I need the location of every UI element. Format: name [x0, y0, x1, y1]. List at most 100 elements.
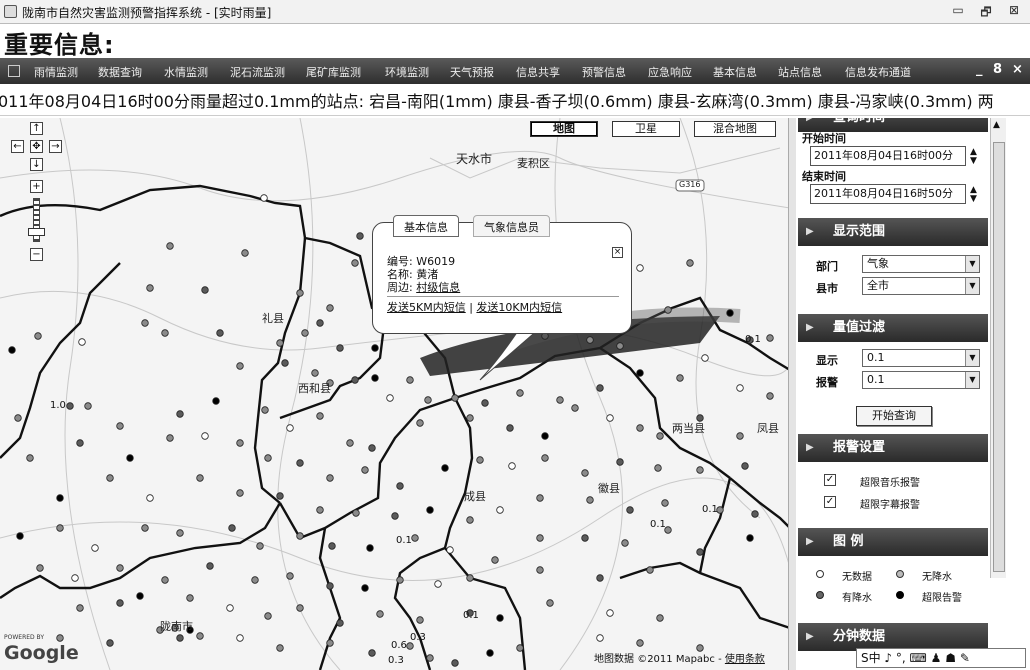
station-marker[interactable]: [766, 392, 774, 400]
station-marker[interactable]: [216, 329, 224, 337]
station-marker[interactable]: [91, 544, 99, 552]
station-marker[interactable]: [236, 362, 244, 370]
station-marker[interactable]: [376, 610, 384, 618]
menu-icon[interactable]: [8, 65, 20, 77]
station-marker[interactable]: [596, 634, 604, 642]
station-marker[interactable]: [546, 599, 554, 607]
station-marker[interactable]: [676, 374, 684, 382]
map-type-hybrid[interactable]: 混合地图: [694, 121, 776, 137]
station-marker[interactable]: [556, 396, 564, 404]
panel-splitter[interactable]: [788, 118, 796, 670]
station-marker[interactable]: [346, 439, 354, 447]
station-marker[interactable]: [491, 556, 499, 564]
alarm-threshold-select[interactable]: 0.1 ▼: [862, 371, 980, 389]
station-marker[interactable]: [296, 604, 304, 612]
menu-minimize-button[interactable]: _: [976, 62, 983, 77]
minimize-button[interactable]: ▭: [948, 3, 968, 17]
station-marker[interactable]: [316, 506, 324, 514]
station-marker[interactable]: [336, 344, 344, 352]
station-marker[interactable]: [571, 404, 579, 412]
station-marker[interactable]: [396, 576, 404, 584]
station-marker[interactable]: [496, 614, 504, 622]
menu-item[interactable]: 信息共享: [516, 64, 560, 80]
station-marker[interactable]: [466, 574, 474, 582]
pan-down-button[interactable]: ↓: [30, 158, 43, 171]
station-marker[interactable]: [126, 454, 134, 462]
station-marker[interactable]: [264, 612, 272, 620]
station-marker[interactable]: [481, 399, 489, 407]
station-marker[interactable]: [466, 516, 474, 524]
station-marker[interactable]: [736, 432, 744, 440]
station-marker[interactable]: [212, 397, 220, 405]
station-marker[interactable]: [176, 529, 184, 537]
menu-item[interactable]: 雨情监测: [34, 64, 78, 80]
station-marker[interactable]: [416, 419, 424, 427]
station-marker[interactable]: [326, 304, 334, 312]
station-marker[interactable]: [206, 562, 214, 570]
station-marker[interactable]: [236, 489, 244, 497]
station-marker[interactable]: [351, 376, 359, 384]
station-marker[interactable]: [426, 654, 434, 662]
station-marker[interactable]: [56, 494, 64, 502]
station-marker[interactable]: [106, 639, 114, 647]
station-marker[interactable]: [36, 564, 44, 572]
station-marker[interactable]: [56, 634, 64, 642]
station-marker[interactable]: [326, 474, 334, 482]
station-marker[interactable]: [581, 469, 589, 477]
scroll-thumb[interactable]: [993, 142, 1005, 572]
zoom-out-button[interactable]: −: [30, 248, 43, 261]
station-marker[interactable]: [496, 506, 504, 514]
station-marker[interactable]: [261, 406, 269, 414]
station-marker[interactable]: [141, 319, 149, 327]
station-marker[interactable]: [76, 604, 84, 612]
tab-basic-info[interactable]: 基本信息: [393, 215, 459, 237]
pan-right-button[interactable]: →: [49, 140, 62, 153]
start-time-input[interactable]: 2011年08月04日16时00分: [810, 146, 966, 166]
zoom-in-button[interactable]: +: [30, 180, 43, 193]
station-marker[interactable]: [541, 432, 549, 440]
station-marker[interactable]: [84, 402, 92, 410]
station-marker[interactable]: [301, 329, 309, 337]
station-marker[interactable]: [336, 619, 344, 627]
map-view[interactable]: 地图 卫星 混合地图 ↑ ← ✥ → ↓ + − 天水市 麦积区 礼县 西和县 …: [0, 118, 790, 670]
station-marker[interactable]: [626, 506, 634, 514]
music-alarm-checkbox[interactable]: ✓: [824, 474, 836, 486]
station-marker[interactable]: [434, 580, 442, 588]
station-marker[interactable]: [16, 532, 24, 540]
station-marker[interactable]: [236, 439, 244, 447]
dept-select[interactable]: 气象 ▼: [862, 255, 980, 273]
menu-item[interactable]: 信息发布通道: [845, 64, 911, 80]
menu-item[interactable]: 预警信息: [582, 64, 626, 80]
show-threshold-select[interactable]: 0.1 ▼: [862, 349, 980, 367]
station-marker[interactable]: [241, 249, 249, 257]
popup-close-icon[interactable]: ×: [612, 247, 623, 258]
station-marker[interactable]: [636, 639, 644, 647]
station-marker[interactable]: [541, 454, 549, 462]
station-marker[interactable]: [451, 659, 459, 667]
station-marker[interactable]: [296, 289, 304, 297]
station-marker[interactable]: [646, 566, 654, 574]
panel-header-range[interactable]: ▶ 显示范围: [798, 218, 988, 246]
station-marker[interactable]: [276, 339, 284, 347]
station-marker[interactable]: [26, 454, 34, 462]
station-marker[interactable]: [696, 548, 704, 556]
station-marker[interactable]: [476, 456, 484, 464]
station-marker[interactable]: [661, 499, 669, 507]
station-marker[interactable]: [636, 264, 644, 272]
station-marker[interactable]: [446, 546, 454, 554]
station-marker[interactable]: [56, 524, 64, 532]
station-marker[interactable]: [356, 232, 364, 240]
station-marker[interactable]: [161, 576, 169, 584]
station-marker[interactable]: [506, 424, 514, 432]
station-marker[interactable]: [391, 512, 399, 520]
station-marker[interactable]: [276, 492, 284, 500]
station-marker[interactable]: [424, 396, 432, 404]
station-marker[interactable]: [746, 534, 754, 542]
station-marker[interactable]: [236, 634, 244, 642]
menu-close-button[interactable]: ×: [1012, 62, 1023, 77]
station-marker[interactable]: [416, 616, 424, 624]
station-marker[interactable]: [316, 412, 324, 420]
station-marker[interactable]: [352, 509, 360, 517]
station-marker[interactable]: [586, 336, 594, 344]
station-marker[interactable]: [616, 342, 624, 350]
